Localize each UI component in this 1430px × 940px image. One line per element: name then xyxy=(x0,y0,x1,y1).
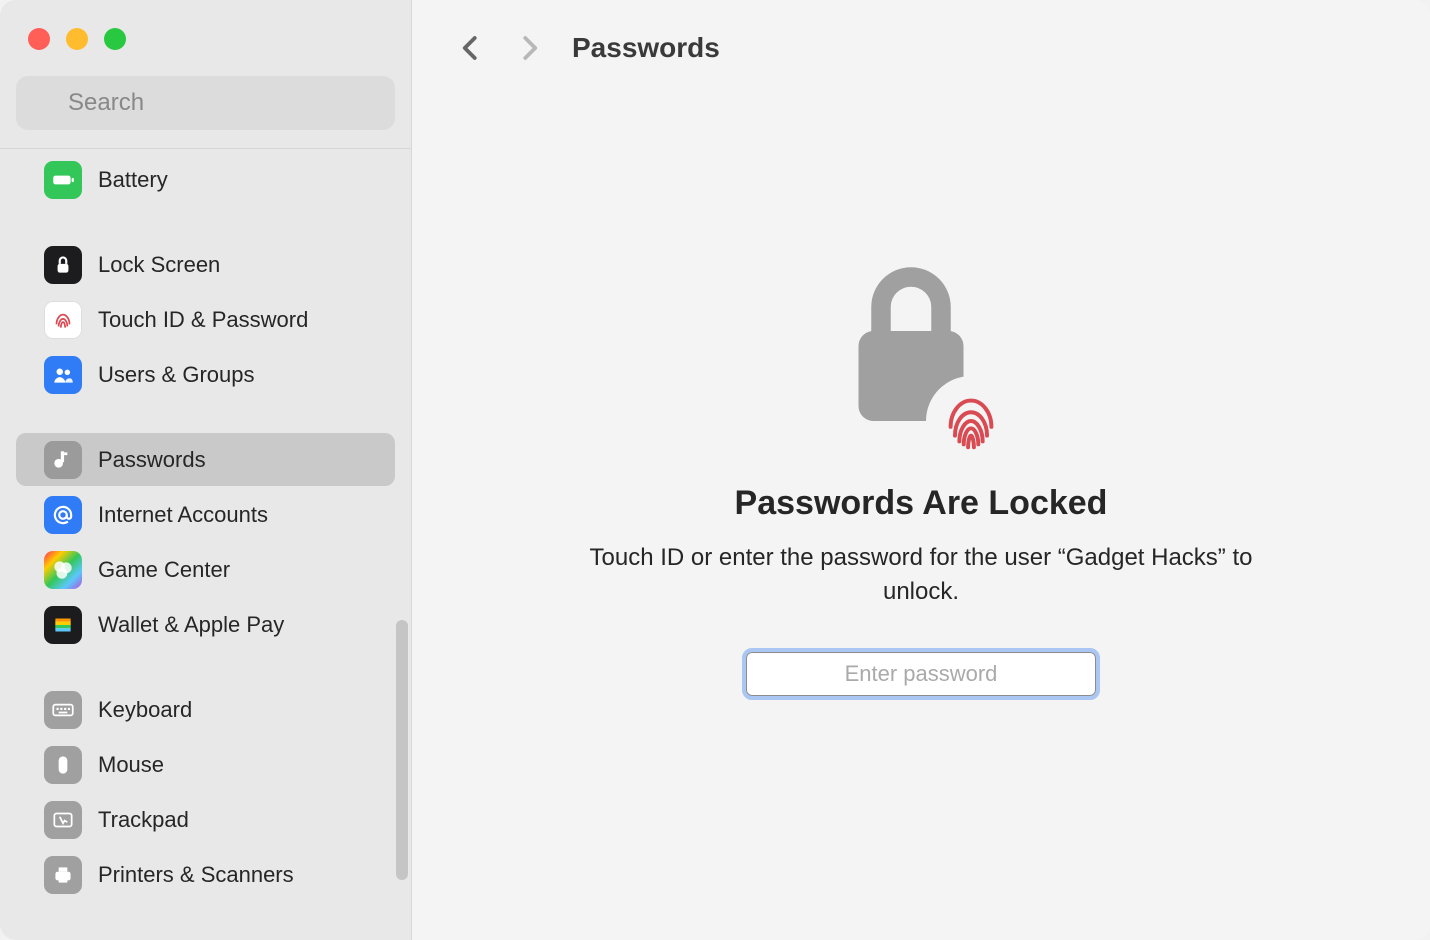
sidebar-item-keyboard[interactable]: Keyboard xyxy=(16,683,395,736)
sidebar-scrollbar[interactable] xyxy=(393,620,411,880)
settings-window: Battery Lock Screen Touch ID & Password xyxy=(0,0,1430,940)
sidebar-item-trackpad[interactable]: Trackpad xyxy=(16,793,395,846)
sidebar-item-label: Mouse xyxy=(98,752,164,778)
locked-subtitle: Touch ID or enter the password for the u… xyxy=(571,541,1271,608)
close-button[interactable] xyxy=(28,28,50,50)
sidebar-item-label: Passwords xyxy=(98,447,206,473)
trackpad-icon xyxy=(44,801,82,839)
sidebar-item-label: Battery xyxy=(98,167,168,193)
fingerprint-icon xyxy=(926,376,1016,466)
minimize-button[interactable] xyxy=(66,28,88,50)
sidebar-list: Battery Lock Screen Touch ID & Password xyxy=(0,149,411,940)
sidebar-item-printers[interactable]: Printers & Scanners xyxy=(16,848,395,901)
battery-icon xyxy=(44,161,82,199)
wallet-icon xyxy=(44,606,82,644)
at-sign-icon xyxy=(44,496,82,534)
search-field-wrap xyxy=(0,64,411,148)
sidebar-item-label: Touch ID & Password xyxy=(98,307,308,333)
sidebar-item-label: Users & Groups xyxy=(98,362,255,388)
sidebar-item-game-center[interactable]: Game Center xyxy=(16,543,395,596)
sidebar-item-label: Printers & Scanners xyxy=(98,862,294,888)
sidebar: Battery Lock Screen Touch ID & Password xyxy=(0,0,412,940)
sidebar-item-passwords[interactable]: Passwords xyxy=(16,433,395,486)
search-input[interactable] xyxy=(16,76,395,130)
content-pane: Passwords Passwords Are xyxy=(412,0,1430,940)
back-button[interactable] xyxy=(456,33,486,63)
key-icon xyxy=(44,441,82,479)
users-icon xyxy=(44,356,82,394)
sidebar-item-label: Game Center xyxy=(98,557,230,583)
fullscreen-button[interactable] xyxy=(104,28,126,50)
fingerprint-icon xyxy=(44,301,82,339)
locked-title: Passwords Are Locked xyxy=(735,484,1108,523)
lock-graphic xyxy=(836,256,1006,456)
sidebar-item-label: Lock Screen xyxy=(98,252,220,278)
sidebar-item-label: Keyboard xyxy=(98,697,192,723)
toolbar: Passwords xyxy=(412,0,1430,96)
mouse-icon xyxy=(44,746,82,784)
sidebar-item-battery[interactable]: Battery xyxy=(16,153,395,206)
sidebar-item-users-groups[interactable]: Users & Groups xyxy=(16,348,395,401)
printer-icon xyxy=(44,856,82,894)
sidebar-item-wallet[interactable]: Wallet & Apple Pay xyxy=(16,598,395,651)
locked-pane: Passwords Are Locked Touch ID or enter t… xyxy=(412,96,1430,940)
window-controls xyxy=(0,0,411,64)
sidebar-item-label: Trackpad xyxy=(98,807,189,833)
sidebar-item-label: Wallet & Apple Pay xyxy=(98,612,284,638)
sidebar-item-lock-screen[interactable]: Lock Screen xyxy=(16,238,395,291)
keyboard-icon xyxy=(44,691,82,729)
sidebar-item-touch-id[interactable]: Touch ID & Password xyxy=(16,293,395,346)
forward-button[interactable] xyxy=(514,33,544,63)
sidebar-item-mouse[interactable]: Mouse xyxy=(16,738,395,791)
page-title: Passwords xyxy=(572,32,720,64)
lock-screen-icon xyxy=(44,246,82,284)
sidebar-item-label: Internet Accounts xyxy=(98,502,268,528)
password-input[interactable] xyxy=(746,652,1096,696)
game-center-icon xyxy=(44,551,82,589)
sidebar-item-internet-accounts[interactable]: Internet Accounts xyxy=(16,488,395,541)
scrollbar-thumb[interactable] xyxy=(396,620,408,880)
